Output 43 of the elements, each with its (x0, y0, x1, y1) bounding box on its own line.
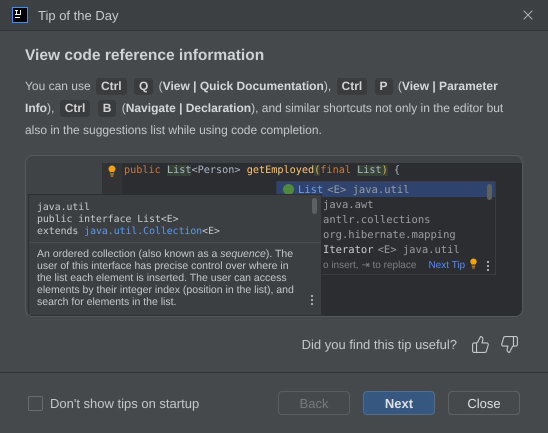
code-token: List (166, 165, 192, 176)
key-badge: Ctrl (60, 100, 90, 117)
key-badge: Ctrl (336, 78, 368, 95)
doc-line: java.util (37, 202, 92, 214)
feedback-question: Did you find this tip useful? (302, 337, 457, 352)
key-badge: Q (134, 78, 154, 95)
lightbulb-icon (106, 165, 118, 177)
code-token: final (320, 165, 352, 176)
key-badge: P (374, 78, 393, 95)
key-badge: Ctrl (96, 78, 127, 95)
code-token: <Person> (191, 165, 242, 176)
doc-description: An ordered collection (also known as a sequence). The user of this interface has precise control over where in the list each element is inserted. The user can access elements by their integer index (position in the list), and search for elements in the list. (36, 247, 295, 308)
tip-title: View code reference information (25, 47, 266, 65)
checkbox[interactable] (28, 396, 43, 410)
code-token: getEmployed (246, 165, 314, 176)
key-badge: B (98, 100, 116, 117)
window-title: Tip of the Day (38, 8, 120, 22)
lightbulb-icon (468, 258, 479, 269)
tip-text: (Navigate | Declaration), and similar shortcuts not only in the editor but (122, 101, 504, 115)
code-token: ( (314, 165, 320, 176)
code-token: public (124, 165, 162, 176)
completion-item[interactable]: List <E> java.util (277, 182, 495, 197)
doc-line: public interface List<E> (37, 214, 180, 226)
primary-button[interactable]: Next (363, 391, 435, 415)
tip-text: You can use (25, 79, 91, 93)
scrollbar-thumb[interactable] (487, 184, 492, 200)
interface-icon (283, 184, 294, 195)
doc-link[interactable]: java.util.Collection (84, 226, 202, 237)
next-tip-link[interactable]: Next Tip (428, 260, 466, 270)
doc-line: extends java.util.Collection<E> (37, 226, 221, 238)
tip-text: (View | Parameter (398, 79, 498, 93)
thumbs-down-icon[interactable] (500, 335, 519, 354)
code-token: { (392, 165, 400, 176)
completion-hint: o insert, ⇥ to replace (323, 260, 416, 270)
scrollbar-thumb[interactable] (312, 198, 317, 214)
tip-text: also in the suggestions list while using code completion. (25, 123, 322, 137)
checkbox-label: Don't show tips on startup (50, 396, 200, 410)
code-token: List (357, 165, 382, 176)
app-logo-icon (12, 7, 28, 23)
tip-text: Info), (25, 101, 54, 115)
thumbs-up-icon[interactable] (471, 335, 490, 354)
tip-text: (View | Quick Documentation), (158, 79, 332, 93)
dialog-button[interactable]: Close (448, 391, 520, 415)
